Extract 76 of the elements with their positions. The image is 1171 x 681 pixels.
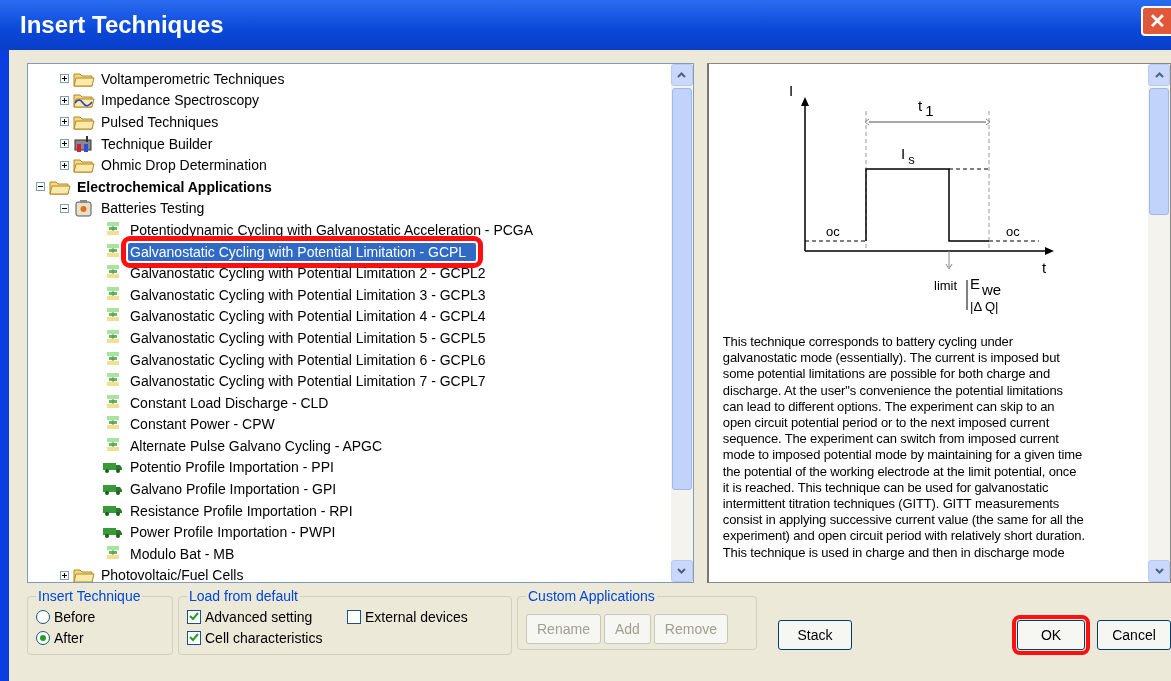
battery-icon	[73, 199, 95, 218]
potential-label: Ewe	[969, 275, 1001, 298]
wave-folder-icon	[73, 91, 95, 110]
expander-icon[interactable]	[60, 117, 69, 127]
cancel-button[interactable]: Cancel	[1097, 620, 1171, 650]
group-title: Insert Technique	[37, 588, 142, 604]
toolbox-icon	[73, 134, 95, 153]
tree-item[interactable]: Galvanostatic Cycling with Potential Limitation 4 - GCPL4	[128, 307, 488, 326]
folder-icon	[73, 156, 95, 175]
current-label: I $_{s}$	[900, 145, 915, 167]
truck-icon	[102, 526, 124, 538]
chevron-up-icon	[1154, 72, 1164, 78]
stack-button[interactable]: Stack	[778, 620, 852, 650]
truck-icon	[102, 462, 124, 473]
tree-item[interactable]: Resistance Profile Importation - RPI	[128, 501, 355, 520]
tree-item[interactable]: Galvanostatic Cycling with Potential Limitation 3 - GCPL3	[128, 285, 488, 304]
expander-icon[interactable]	[60, 139, 69, 149]
tree-item[interactable]: Electrochemical Applications	[75, 177, 274, 196]
radio-option[interactable]: After	[36, 627, 164, 648]
oc-label: oc	[1005, 224, 1020, 239]
description-text: This technique corresponds to battery cycling under galvanostatic mode (essentially). The current is imposed but some potential limitations are possible for both charge and discharge. At the user"s convenience the potential limitations can lead to different options. The experiment can skip to an open circuit potential period or to the next imposed current sequence. The experiment can switch from imposed current mode to imposed potential mode by maintaining for a given time the potential of the working electrode at the limit potential, once it is reached. This technique can be used for galvanostatic intermittent titration techniques (GITT). GITT measurements consist in applying successive current value (the same for all the experiment) and open circuit period with relatively short duration. This technique is used in charge and then in discharge mode	[722, 334, 1086, 561]
expander-icon[interactable]	[60, 95, 69, 105]
tree-item[interactable]: Galvanostatic Cycling with Potential Limitation 5 - GCPL5	[128, 328, 488, 347]
scroll-up-button[interactable]	[670, 64, 693, 86]
expander-icon[interactable]	[36, 182, 45, 192]
expander-icon[interactable]	[60, 160, 69, 170]
tree-item[interactable]: Technique Builder	[99, 134, 215, 153]
tree-item[interactable]: Galvano Profile Importation - GPI	[128, 480, 339, 499]
folder-icon	[73, 566, 95, 582]
scroll-up-button[interactable]	[1148, 64, 1170, 86]
tree-item[interactable]: Potentio Profile Importation - PPI	[128, 458, 336, 477]
tree-item[interactable]: Galvanostatic Cycling with Potential Limitation 2 - GCPL2	[128, 264, 488, 283]
expander-icon[interactable]	[60, 203, 69, 213]
chevron-down-icon	[1154, 568, 1164, 574]
axis-label: I	[788, 82, 793, 99]
group-title: Custom Applications	[527, 588, 656, 604]
check-icon	[188, 610, 199, 622]
tree-item[interactable]: Modulo Bat - MB	[128, 544, 237, 563]
tree-item[interactable]: Power Profile Importation - PWPI	[128, 523, 338, 542]
group-title: Load from default	[188, 588, 299, 604]
tree-item[interactable]: Ohmic Drop Determination	[99, 156, 269, 175]
tree-item[interactable]: Pulsed Techniques	[99, 113, 221, 131]
charge-label: |Δ Q|	[969, 299, 999, 314]
scrollbar[interactable]	[670, 64, 693, 582]
tree-item[interactable]: Alternate Pulse Galvano Cycling - APGC	[128, 436, 385, 455]
tree-item[interactable]: Galvanostatic Cycling with Potential Limitation 6 - GCPL6	[128, 350, 488, 369]
checkbox-option[interactable]: External devices	[347, 606, 487, 627]
tree-item[interactable]: Photovoltaic/Fuel Cells	[99, 566, 246, 582]
radio-option[interactable]: Before	[36, 606, 164, 627]
folder-icon	[73, 113, 95, 131]
checkbox-option[interactable]: Advanced setting	[187, 606, 347, 627]
axis-label: t	[1041, 259, 1046, 276]
scroll-down-button[interactable]	[1148, 560, 1170, 582]
close-button[interactable]: ✕	[1141, 6, 1171, 36]
tree-item[interactable]: Voltamperometric Techniques	[99, 69, 287, 88]
tree-item[interactable]: Constant Load Discharge - CLD	[128, 393, 331, 412]
scroll-thumb[interactable]	[1149, 88, 1169, 215]
chevron-up-icon	[677, 72, 687, 78]
window-title: Insert Techniques	[20, 11, 224, 39]
expander-icon[interactable]	[60, 570, 69, 580]
period-label: t 1	[917, 97, 934, 119]
checkbox-option[interactable]: Cell characteristics	[187, 627, 347, 648]
scroll-down-button[interactable]	[670, 560, 693, 582]
chevron-down-icon	[677, 568, 687, 574]
truck-icon	[102, 505, 124, 517]
scrollbar[interactable]	[1148, 64, 1170, 582]
tree-item[interactable]: Galvanostatic Cycling with Potential Limitation 7 - GCPL7	[128, 372, 488, 391]
expander-icon[interactable]	[60, 74, 69, 84]
truck-icon	[102, 483, 124, 495]
check-icon	[188, 631, 199, 643]
tree-item[interactable]: Constant Power - CPW	[128, 415, 277, 434]
limit-label: limit	[933, 278, 957, 293]
scroll-thumb[interactable]	[671, 88, 692, 490]
tree-item[interactable]: Batteries Testing	[99, 199, 207, 218]
tree-item[interactable]: Impedance Spectroscopy	[99, 91, 261, 110]
oc-label: oc	[825, 224, 840, 239]
